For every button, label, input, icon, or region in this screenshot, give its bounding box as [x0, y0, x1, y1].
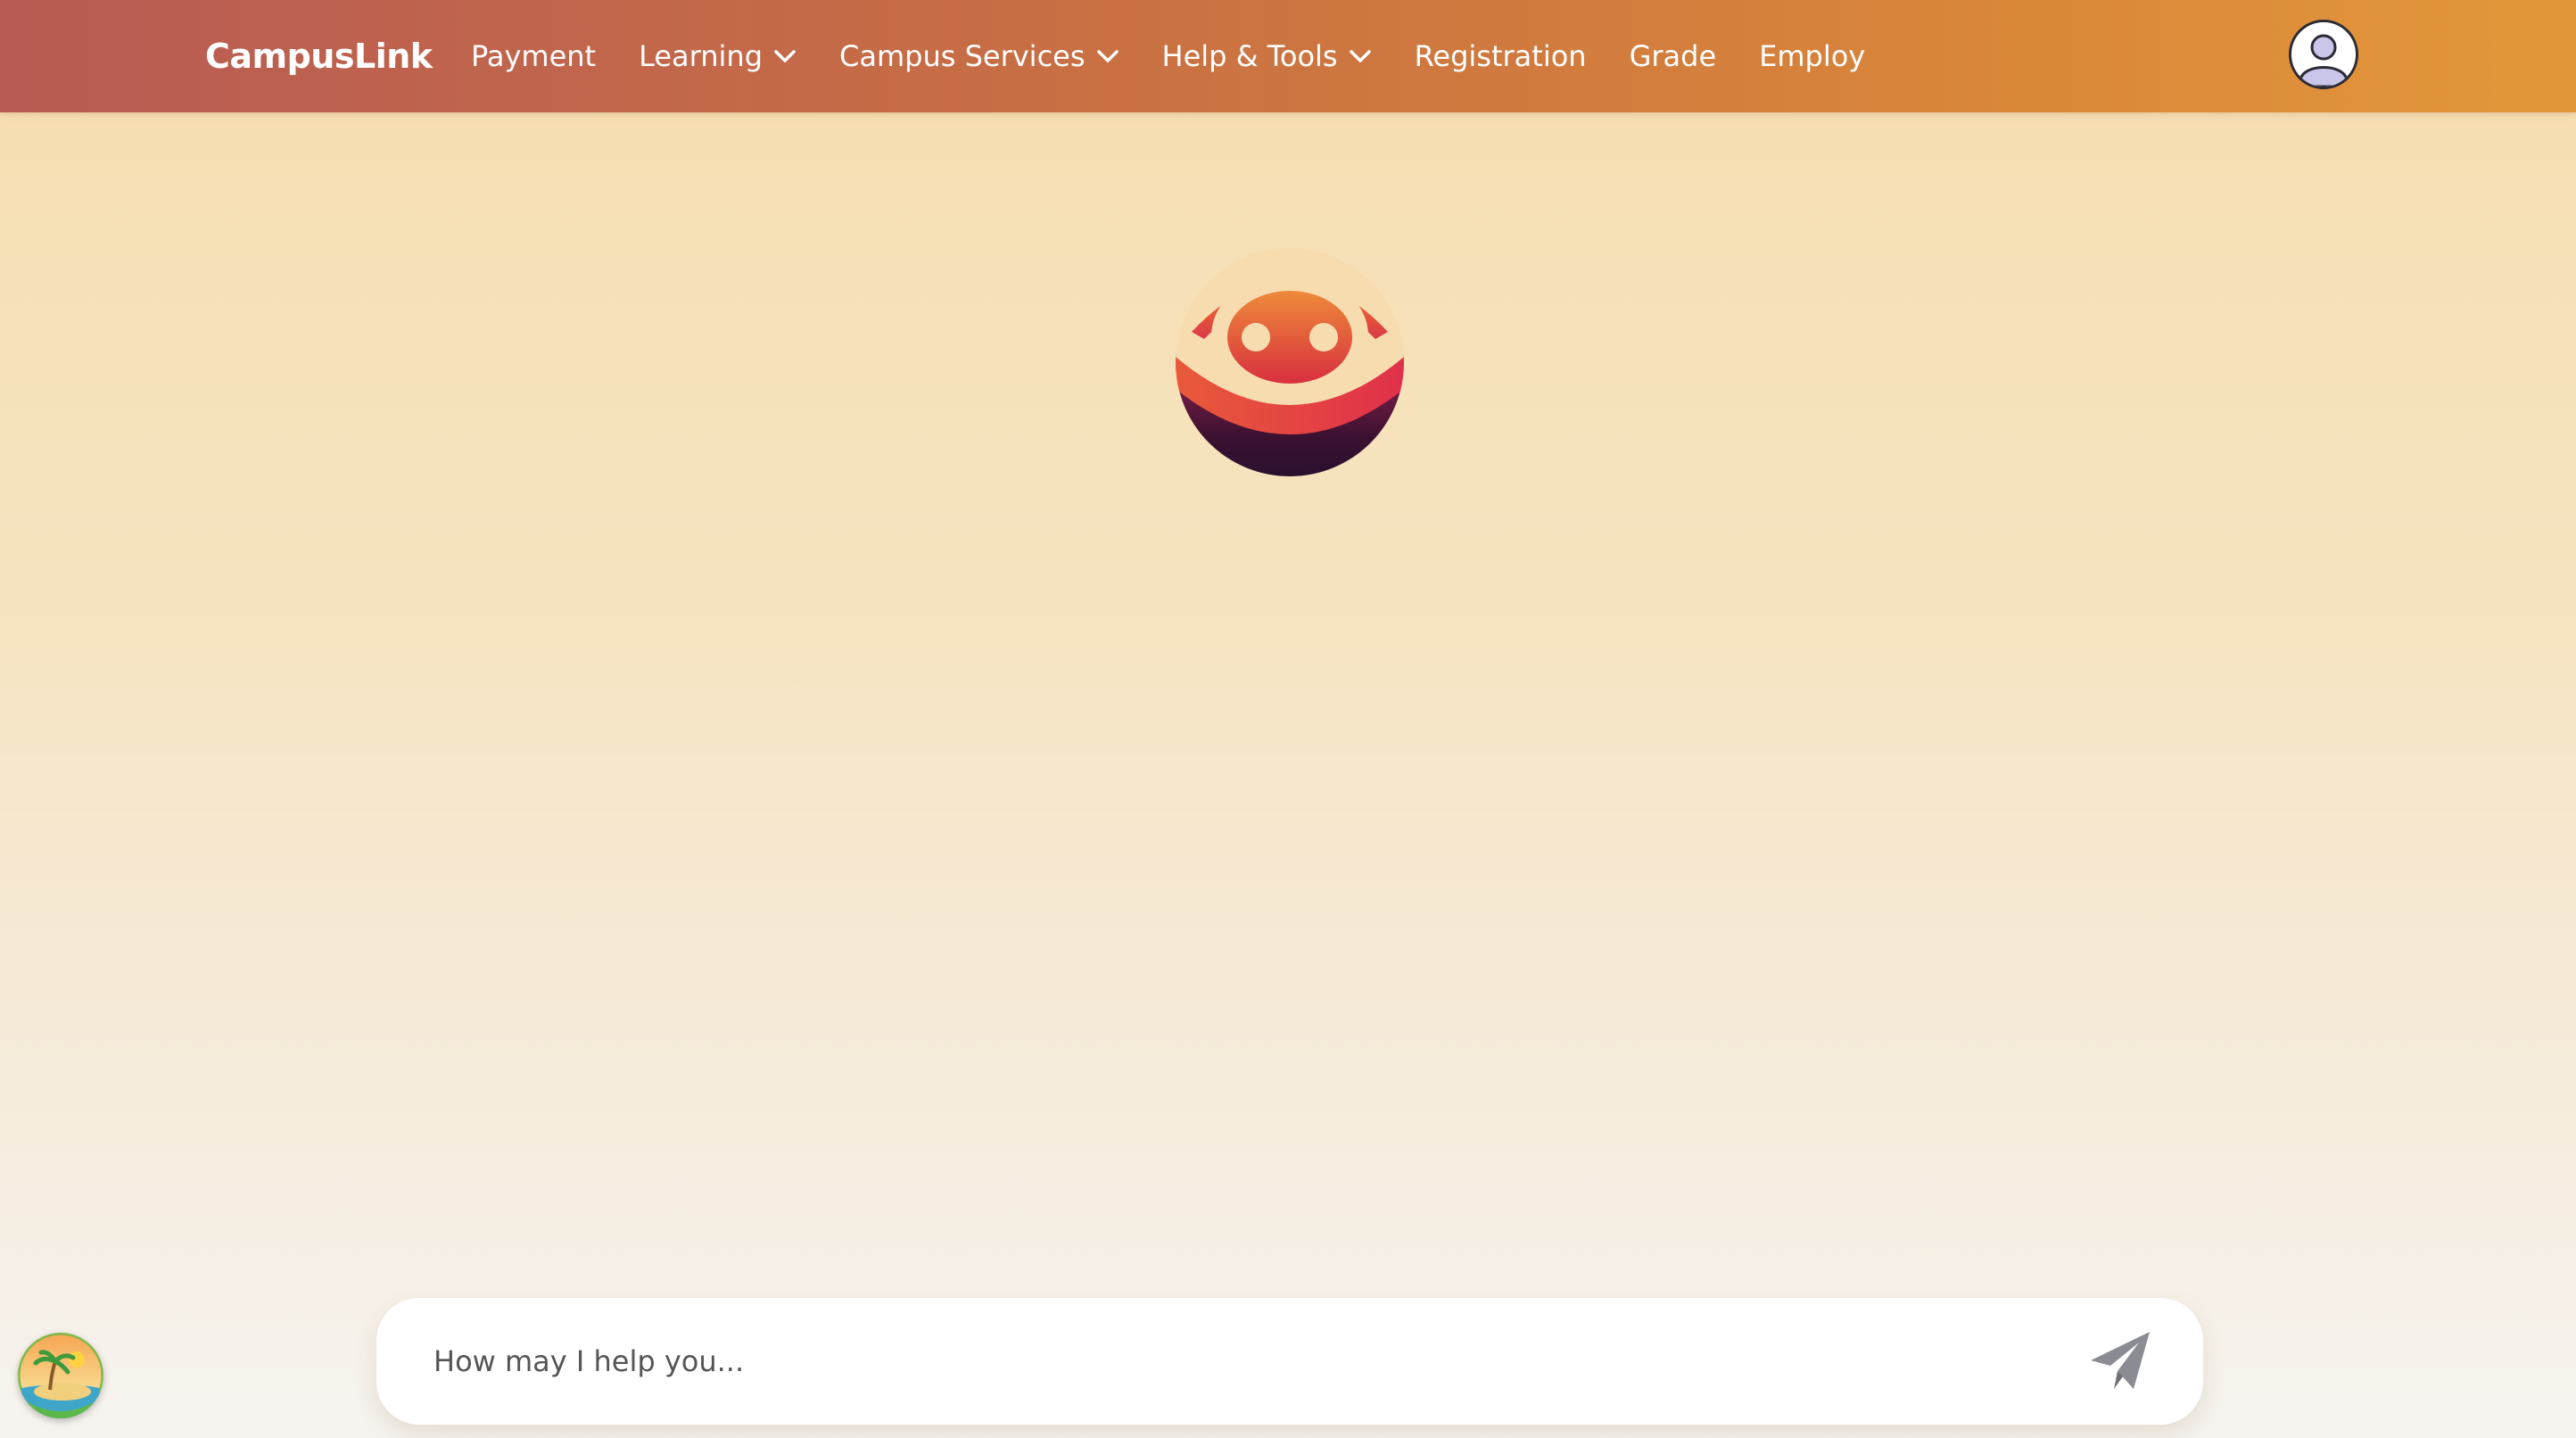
nav-item-payment[interactable]: Payment	[471, 39, 596, 73]
brand-logo-text[interactable]: CampusLink	[205, 0, 433, 112]
nav-item-label: Grade	[1629, 39, 1717, 73]
nav-item-help-tools[interactable]: Help & Tools	[1162, 39, 1372, 73]
nav-item-grade[interactable]: Grade	[1630, 39, 1717, 73]
nav-item-label: Registration	[1414, 39, 1587, 73]
chevron-down-icon	[774, 50, 796, 62]
assistant-robot-logo	[1174, 246, 1406, 478]
chat-input[interactable]	[433, 1298, 2057, 1425]
main-nav: Payment Learning Campus Services Help & …	[471, 0, 1865, 112]
nav-item-label: Campus Services	[839, 39, 1086, 73]
nav-item-label: Employ	[1759, 39, 1866, 73]
nav-item-label: Help & Tools	[1161, 39, 1338, 73]
paper-plane-icon	[2091, 1332, 2150, 1389]
beach-island-icon	[18, 1333, 103, 1418]
user-avatar-button[interactable]	[2289, 20, 2358, 89]
user-avatar-icon	[2291, 22, 2356, 87]
nav-item-label: Learning	[639, 39, 764, 73]
nav-item-employ[interactable]: Employ	[1759, 39, 1865, 73]
send-button[interactable]	[2082, 1325, 2159, 1398]
chevron-down-icon	[1096, 50, 1119, 62]
chat-input-bar	[376, 1298, 2203, 1425]
nav-item-campus-services[interactable]: Campus Services	[839, 39, 1119, 73]
nav-item-label: Payment	[471, 39, 597, 73]
nav-item-registration[interactable]: Registration	[1415, 39, 1587, 73]
nav-item-learning[interactable]: Learning	[639, 39, 797, 73]
theme-toggle-button[interactable]	[18, 1333, 103, 1418]
chevron-down-icon	[1349, 50, 1371, 62]
top-navbar: CampusLink Payment Learning Campus Servi…	[0, 0, 2576, 112]
